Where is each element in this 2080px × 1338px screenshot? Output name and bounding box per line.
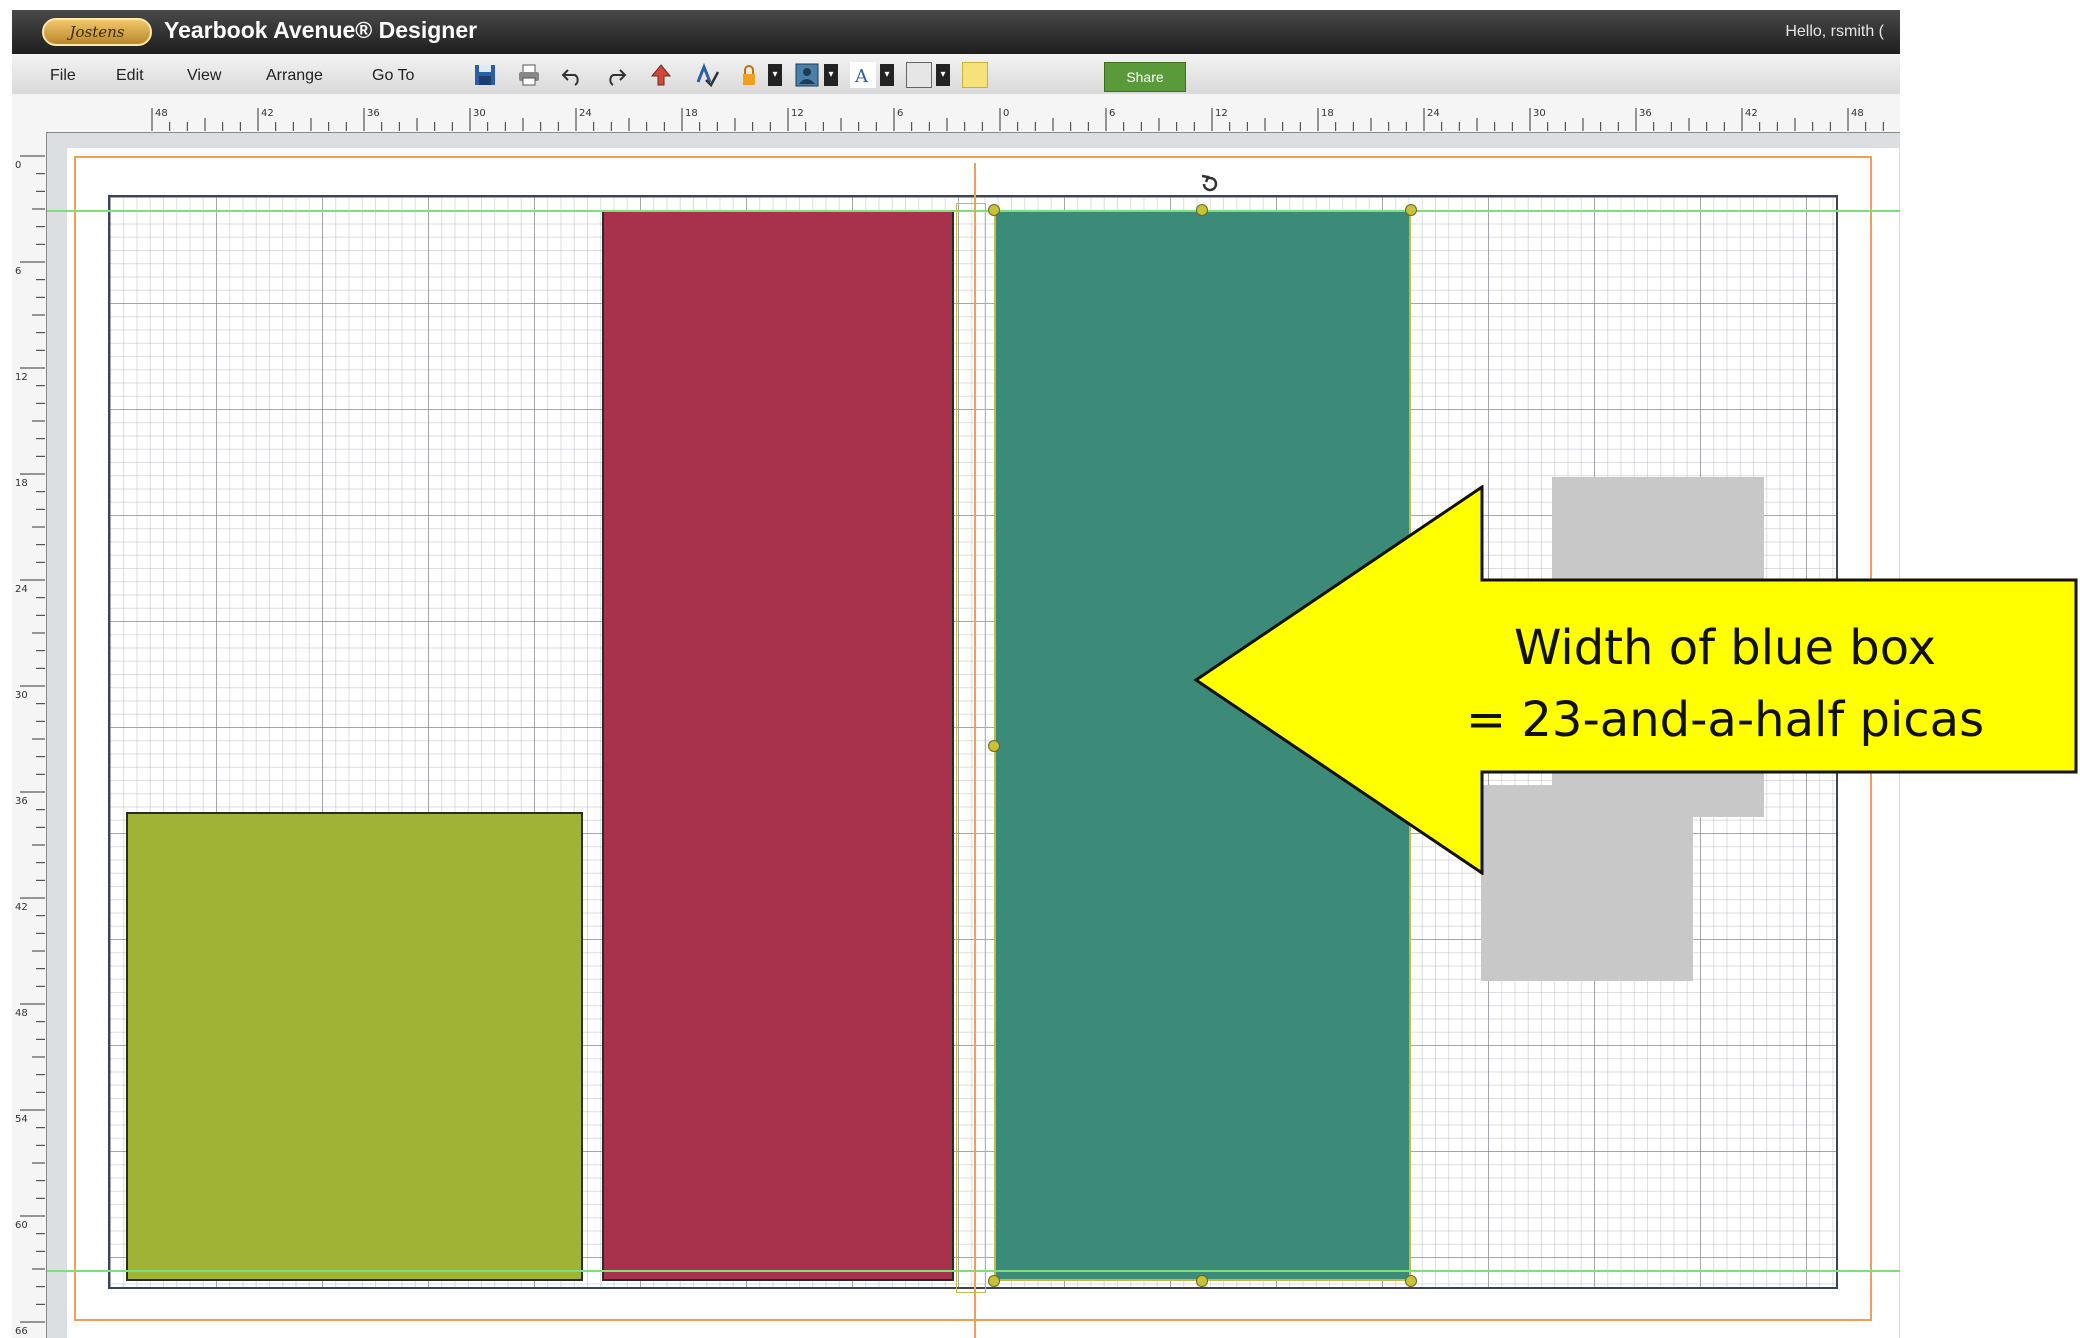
resize-handle-bottom-left[interactable] — [988, 1275, 1000, 1287]
ruler-label: 54 — [15, 1114, 28, 1125]
title-bar: Jostens Yearbook Avenue® Designer Hello,… — [12, 10, 1900, 54]
green-box[interactable] — [126, 812, 583, 1281]
ruler-label: 36 — [367, 108, 380, 119]
ruler-label: 12 — [791, 108, 804, 119]
ruler-label: 6 — [897, 108, 903, 119]
ruler-label: 36 — [1639, 108, 1652, 119]
sticky-note-icon[interactable] — [962, 62, 988, 88]
ruler-label: 66 — [15, 1326, 28, 1337]
callout-line-2: = 23-and-a-half picas — [1465, 692, 1985, 748]
vertical-ruler-ticks: 0 6 12 18 24 30 36 42 48 54 60 66 — [15, 155, 45, 1337]
resize-handle-left[interactable] — [988, 740, 1000, 752]
callout-text: Width of blue box = 23-and-a-half picas — [1425, 612, 2025, 756]
resize-handle-top-right[interactable] — [1405, 204, 1417, 216]
ruler-label: 18 — [1321, 108, 1334, 119]
print-icon[interactable] — [516, 62, 542, 88]
horizontal-ruler: 48 42 36 30 24 18 12 6 0 6 12 18 24 30 36 42 48 — [12, 94, 1900, 133]
menu-go-to[interactable]: Go To — [372, 67, 414, 85]
ruler-label: 48 — [15, 1008, 28, 1019]
ruler-label: 30 — [1533, 108, 1546, 119]
menu-view[interactable]: View — [187, 67, 221, 85]
upload-icon[interactable] — [648, 62, 674, 88]
jostens-logo: Jostens — [42, 18, 152, 46]
ruler-label: 18 — [685, 108, 698, 119]
ruler-label: 24 — [579, 108, 592, 119]
ruler-label: 42 — [15, 902, 28, 913]
menu-arrange[interactable]: Arrange — [266, 67, 323, 85]
text-color-dropdown[interactable]: ▾ — [880, 64, 894, 86]
ruler-label: 48 — [1851, 108, 1864, 119]
image-icon[interactable] — [794, 62, 820, 88]
redo-icon[interactable] — [602, 62, 628, 88]
lock-icon[interactable] — [736, 62, 762, 88]
ruler-label: 24 — [1427, 108, 1440, 119]
ruler-label: 12 — [1215, 108, 1228, 119]
horizontal-ruler-ticks: 48 42 36 30 24 18 12 6 0 6 12 18 24 30 36 42 48 — [151, 108, 1884, 131]
lock-dropdown[interactable]: ▾ — [768, 64, 782, 86]
callout-line-1: Width of blue box — [1513, 620, 1936, 676]
undo-icon[interactable] — [560, 62, 586, 88]
ruler-label: 30 — [473, 108, 486, 119]
ruler-label: 42 — [1745, 108, 1758, 119]
spellcheck-icon[interactable] — [694, 62, 720, 88]
menu-file[interactable]: File — [50, 67, 76, 85]
ruler-label: 30 — [15, 690, 28, 701]
ruler-label: 24 — [15, 584, 28, 595]
save-icon[interactable] — [472, 62, 498, 88]
share-button[interactable]: Share — [1104, 62, 1186, 92]
vertical-ruler: 0 6 12 18 24 30 36 42 48 54 60 66 — [12, 132, 47, 1338]
ruler-label: 0 — [15, 160, 21, 171]
selection-outline — [956, 203, 986, 1293]
image-dropdown[interactable]: ▾ — [824, 64, 838, 86]
app-title: Yearbook Avenue® Designer — [164, 17, 478, 43]
red-box[interactable] — [602, 210, 954, 1281]
ruler-label: 42 — [261, 108, 274, 119]
menu-edit[interactable]: Edit — [116, 67, 144, 85]
fill-color-swatch[interactable] — [906, 62, 932, 88]
fill-color-dropdown[interactable]: ▾ — [936, 64, 950, 86]
ruler-label: 48 — [155, 108, 168, 119]
menu-toolbar: File Edit View Arrange Go To ▾ ▾ A ▾ ▾ S… — [12, 54, 1900, 95]
user-greeting: Hello, rsmith ( — [1785, 23, 1884, 40]
ruler-label: 36 — [15, 796, 28, 807]
ruler-label: 18 — [15, 478, 28, 489]
ruler-label: 6 — [15, 266, 21, 277]
resize-handle-top[interactable] — [1196, 204, 1208, 216]
text-color-icon[interactable]: A — [850, 62, 876, 88]
resize-handle-top-left[interactable] — [988, 204, 1000, 216]
ruler-label: 6 — [1109, 108, 1115, 119]
resize-handle-bottom[interactable] — [1196, 1275, 1208, 1287]
ruler-label: 12 — [15, 372, 28, 383]
rotate-icon[interactable] — [1198, 172, 1222, 196]
svg-text:A: A — [854, 66, 869, 87]
ruler-label: 0 — [1003, 108, 1009, 119]
resize-handle-bottom-right[interactable] — [1405, 1275, 1417, 1287]
ruler-label: 60 — [15, 1220, 28, 1231]
